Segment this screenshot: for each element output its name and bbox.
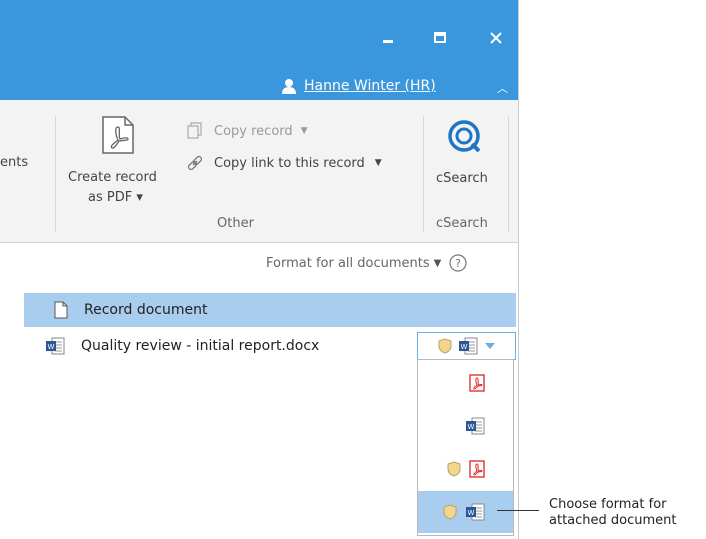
blank-document-icon	[54, 301, 68, 319]
create-pdf-label-1: Create record	[68, 170, 157, 185]
copy-icon	[187, 122, 202, 139]
group-label-other: Other	[217, 216, 254, 231]
copy-record-label: Copy record	[214, 123, 293, 139]
format-all-label[interactable]: Format for all documents	[266, 256, 430, 271]
close-icon	[490, 32, 502, 44]
format-option-pdf[interactable]	[418, 362, 513, 404]
format-selector-button[interactable]: W	[417, 332, 516, 360]
dropdown-arrow-icon: ▼	[374, 158, 382, 168]
minimize-button[interactable]	[368, 18, 408, 58]
ribbon: ents Create record as PDF ▾ Copy record …	[0, 100, 518, 243]
word-document-icon: W	[46, 337, 65, 355]
group-label-csearch: cSearch	[436, 216, 488, 231]
svg-text:W: W	[468, 423, 475, 431]
minimize-icon	[383, 40, 393, 43]
title-bar: Hanne Winter (HR) ︿	[0, 0, 518, 100]
callout-line	[497, 510, 539, 511]
format-option-protected-pdf[interactable]	[418, 448, 513, 490]
ribbon-separator	[55, 116, 56, 232]
user-account[interactable]: Hanne Winter (HR)	[282, 78, 436, 94]
chevron-down-icon	[484, 343, 495, 349]
create-pdf-label-2: as PDF ▾	[88, 190, 143, 205]
format-all-documents[interactable]: Format for all documents ▼ ?	[266, 254, 467, 272]
shield-icon	[443, 504, 457, 520]
copy-record-button[interactable]: Copy record ▼	[186, 120, 308, 142]
ribbon-separator	[508, 116, 509, 232]
create-pdf-button[interactable]: Create record as PDF ▾	[62, 112, 174, 212]
dropdown-arrow-icon: ▼	[300, 126, 308, 136]
chevron-up-icon: ︿	[497, 82, 508, 95]
maximize-button[interactable]	[420, 18, 460, 58]
copy-link-button[interactable]: Copy link to this record ▼	[186, 152, 382, 174]
csearch-button[interactable]: cSearch	[430, 112, 502, 212]
attached-document-row[interactable]: W Quality review - initial report.docx	[45, 337, 319, 355]
help-icon[interactable]: ?	[449, 254, 467, 272]
svg-text:W: W	[460, 343, 467, 351]
shield-icon	[438, 338, 451, 354]
word-document-icon: W	[466, 417, 485, 435]
svg-text:W: W	[48, 343, 55, 351]
pdf-document-icon	[102, 116, 134, 154]
word-document-icon: W	[458, 337, 477, 355]
copy-link-label: Copy link to this record	[214, 155, 365, 171]
word-document-icon: W	[466, 503, 485, 521]
collapse-ribbon-button[interactable]: ︿	[497, 80, 508, 96]
link-icon	[187, 155, 203, 171]
attached-document-label: Quality review - initial report.docx	[81, 338, 320, 354]
callout-text: Choose format for attached document	[549, 497, 677, 529]
ribbon-cut-label[interactable]: ents	[0, 155, 28, 170]
pdf-file-icon	[469, 460, 485, 478]
csearch-label: cSearch	[436, 171, 488, 186]
app-window: Hanne Winter (HR) ︿ ents Create record a…	[0, 0, 519, 539]
record-document-label: Record document	[84, 302, 208, 318]
callout-line-1: Choose format for	[549, 497, 667, 512]
user-name-link[interactable]: Hanne Winter (HR)	[304, 78, 436, 94]
svg-text:?: ?	[455, 257, 461, 270]
dropdown-arrow-icon[interactable]: ▼	[434, 258, 442, 269]
user-icon	[282, 79, 296, 94]
ribbon-separator	[423, 116, 424, 232]
format-option-word[interactable]: W	[418, 405, 513, 447]
svg-text:W: W	[468, 509, 475, 517]
callout-line-2: attached document	[549, 513, 677, 528]
close-button[interactable]	[476, 18, 516, 58]
pdf-file-icon	[469, 374, 485, 392]
format-option-protected-word[interactable]: W	[418, 491, 513, 533]
shield-icon	[447, 461, 461, 477]
record-document-row[interactable]: Record document	[24, 293, 516, 327]
csearch-icon	[448, 120, 481, 153]
maximize-icon	[434, 32, 446, 43]
